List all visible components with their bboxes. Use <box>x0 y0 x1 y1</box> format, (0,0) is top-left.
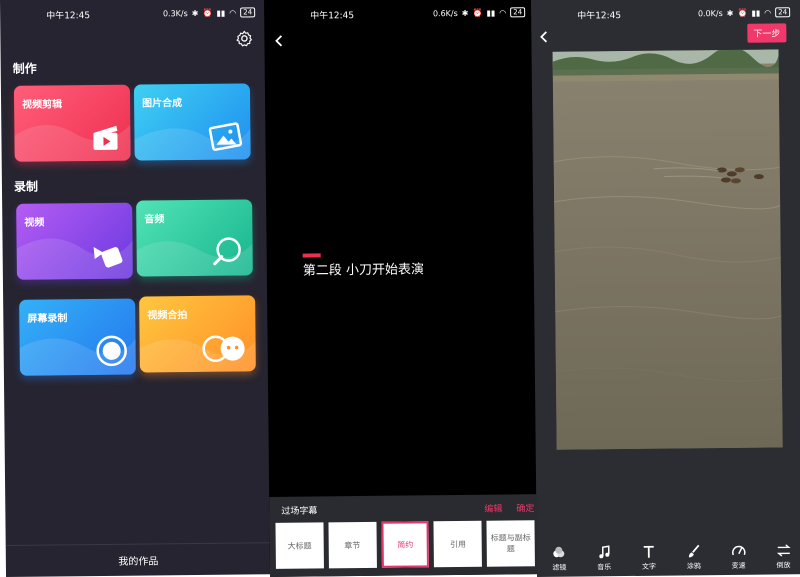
photo-compose-label: 图片合成 <box>142 98 183 110</box>
template-item[interactable]: 引用 <box>433 520 483 568</box>
signal-icon: ▮▮ <box>216 8 226 18</box>
video-record-card[interactable]: 视频 <box>16 202 133 280</box>
lake-ducks-image <box>552 49 783 450</box>
status-time: 中午12:45 <box>46 10 91 22</box>
caption-template-panel: 过场字幕 编辑 确定 大标题 章节 简约 引用 标题与副标题 <box>269 494 542 577</box>
brush-icon <box>688 544 700 558</box>
status-time: 中午12:45 <box>577 10 622 22</box>
wifi-icon: ◠ <box>499 7 507 18</box>
battery-icon: 24 <box>510 7 526 18</box>
my-works-label: 我的作品 <box>118 556 159 568</box>
confirm-button[interactable]: 确定 <box>516 501 534 514</box>
video-camera-icon <box>93 247 123 268</box>
back-arrow-icon[interactable] <box>537 30 551 44</box>
template-item[interactable]: 标题与副标题 <box>486 520 535 567</box>
caption-panel-title: 过场字幕 <box>281 505 318 517</box>
section-make-title: 制作 <box>12 61 37 76</box>
battery-icon: 24 <box>775 7 791 18</box>
wifi-icon: ◠ <box>764 7 772 18</box>
edit-button[interactable]: 编辑 <box>484 501 502 514</box>
my-works-tab[interactable]: 我的作品 <box>5 542 272 577</box>
screen-record-card[interactable]: 屏幕录制 <box>19 298 136 376</box>
bluetooth-icon: ✱ <box>461 8 469 18</box>
subtitle-preview: 第二段 小刀开始表演 <box>302 262 425 279</box>
signal-icon: ▮▮ <box>751 8 761 18</box>
template-list: 大标题 章节 简约 引用 标题与副标题 <box>269 520 540 569</box>
template-item[interactable]: 大标题 <box>275 522 324 569</box>
status-time: 中午12:45 <box>310 10 355 22</box>
music-tool[interactable]: 音乐 <box>597 545 611 572</box>
video-preview[interactable] <box>552 49 783 450</box>
bluetooth-icon: ✱ <box>726 8 734 18</box>
speed-tool[interactable]: 变速 <box>731 544 746 571</box>
caption-editor-screen: 中午12:45 0.6K/s ✱ ⏰ ▮▮ ◠ 24 第二段 小刀开始表演 过场… <box>264 0 542 577</box>
battery-icon: 24 <box>240 7 256 18</box>
speedometer-icon <box>731 545 746 556</box>
wifi-icon: ◠ <box>229 8 237 18</box>
video-duet-card[interactable]: 视频合拍 <box>139 295 256 373</box>
video-edit-card[interactable]: 视频剪辑 <box>13 84 131 162</box>
filter-tool[interactable]: 滤镜 <box>552 546 566 573</box>
signal-icon: ▮▮ <box>486 8 496 18</box>
audio-record-label: 音频 <box>144 214 165 226</box>
editor-toolbar: 滤镜 音乐 文字 涂鸦 变速 倒放 <box>537 543 800 573</box>
video-edit-label: 视频剪辑 <box>22 99 63 111</box>
photo-compose-card[interactable]: 图片合成 <box>133 83 251 161</box>
alarm-icon: ⏰ <box>472 8 483 18</box>
status-bar: 中午12:45 0.6K/s ✱ ⏰ ▮▮ ◠ 24 <box>264 0 535 30</box>
template-item[interactable]: 章节 <box>328 521 377 569</box>
template-item-selected[interactable]: 简约 <box>381 521 430 568</box>
gear-icon[interactable] <box>235 29 253 47</box>
music-note-icon <box>599 545 610 559</box>
video-record-label: 视频 <box>24 217 45 229</box>
record-button-icon <box>96 335 127 367</box>
clapperboard-icon <box>93 125 118 151</box>
alarm-icon: ⏰ <box>737 8 748 18</box>
section-record-title: 录制 <box>13 179 39 194</box>
image-icon <box>208 122 243 151</box>
microphone-icon <box>213 237 241 266</box>
subtitle-accent-bar <box>302 253 321 258</box>
status-bar: 中午12:45 0.3K/s ✱ ⏰ ▮▮ ◠ 24 <box>0 0 265 30</box>
bluetooth-icon: ✱ <box>191 8 199 18</box>
network-speed: 0.3K/s <box>162 8 188 18</box>
back-arrow-icon[interactable] <box>272 34 286 48</box>
reverse-arrows-icon <box>776 544 791 557</box>
reverse-tool[interactable]: 倒放 <box>776 543 791 570</box>
video-editor-screen: 中午12:45 0.0K/s ✱ ⏰ ▮▮ ◠ 24 下一步 滤镜 音乐 文字 … <box>531 0 800 577</box>
filter-icon <box>553 546 565 558</box>
text-icon <box>643 545 654 558</box>
alarm-icon: ⏰ <box>202 8 213 18</box>
network-speed: 0.6K/s <box>432 8 458 18</box>
network-speed: 0.0K/s <box>697 8 723 18</box>
audio-record-card[interactable]: 音频 <box>136 199 253 277</box>
home-screen: 中午12:45 0.3K/s ✱ ⏰ ▮▮ ◠ 24 制作 视频剪辑 图片合成 <box>0 0 272 577</box>
duet-circles-icon <box>202 335 245 363</box>
next-step-button[interactable]: 下一步 <box>747 23 787 43</box>
screen-record-label: 屏幕录制 <box>27 313 68 325</box>
video-duet-label: 视频合拍 <box>147 310 188 322</box>
doodle-tool[interactable]: 涂鸦 <box>687 544 701 571</box>
text-tool[interactable]: 文字 <box>642 545 656 572</box>
